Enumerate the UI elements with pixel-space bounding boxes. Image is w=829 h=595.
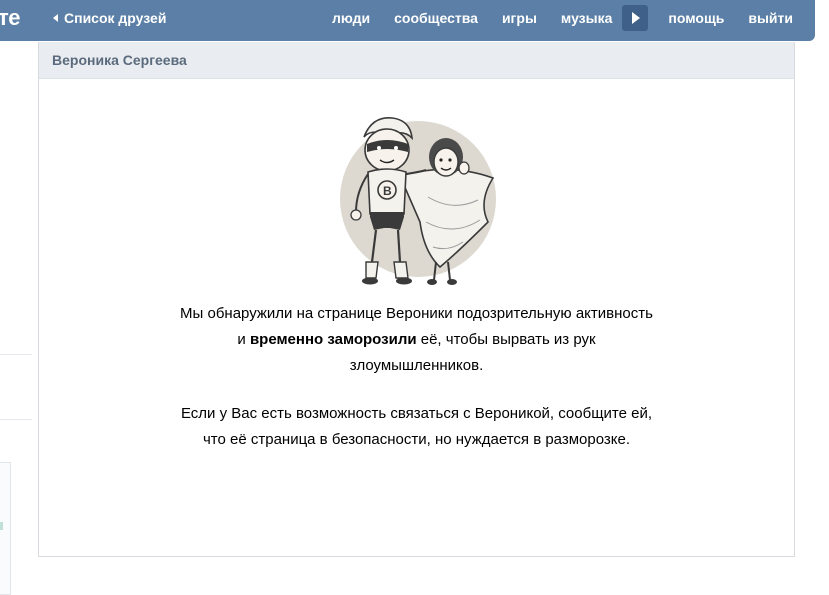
superhero-couple-icon: B (340, 117, 496, 285)
sidebar-divider (0, 419, 32, 420)
nav-music[interactable]: музыка (549, 10, 622, 26)
nav-logout[interactable]: выйти (736, 10, 815, 26)
play-icon (632, 11, 641, 24)
nav-communities[interactable]: сообщества (382, 10, 490, 26)
message-text: её, чтобы вырвать из рук (416, 331, 596, 348)
frozen-profile-panel: Вероника Сергеева B Мы обнаружили на стр… (38, 42, 795, 557)
sidebar-divider (0, 354, 32, 355)
message-line: что её страница в безопасности, но нужда… (202, 431, 631, 448)
back-link-label: Список друзей (64, 10, 167, 26)
top-navigation-bar: те Список друзей люди сообщества игры му… (0, 0, 815, 41)
message-line: Если у Вас есть возможность связаться с … (180, 405, 653, 422)
message-bold-text: временно заморозили (249, 331, 417, 348)
contact-message: Если у Вас есть возможность связаться с … (39, 401, 794, 453)
message-text: и (237, 331, 250, 348)
music-play-button[interactable] (622, 4, 649, 31)
svg-text:B: B (383, 184, 392, 198)
profile-name: Вероника Сергеева (52, 52, 187, 68)
sidebar-indicator (0, 522, 3, 530)
site-logo[interactable]: те (0, 5, 21, 31)
message-line: и временно заморозили её, чтобы вырвать … (39, 327, 794, 353)
message-line: злоумышленников. (349, 357, 484, 374)
panel-header: Вероника Сергеева (39, 42, 794, 79)
back-to-friends-link[interactable]: Список друзей (53, 10, 166, 26)
nav-people[interactable]: люди (320, 10, 382, 26)
nav-help[interactable]: помощь (656, 10, 736, 26)
message-line: Мы обнаружили на странице Вероники подоз… (180, 305, 653, 322)
back-arrow-icon (53, 14, 58, 22)
nav-games[interactable]: игры (490, 10, 549, 26)
freeze-message: Мы обнаружили на странице Вероники подоз… (39, 301, 794, 379)
top-nav-menu: люди сообщества игры музыка помощь выйти (320, 0, 815, 35)
